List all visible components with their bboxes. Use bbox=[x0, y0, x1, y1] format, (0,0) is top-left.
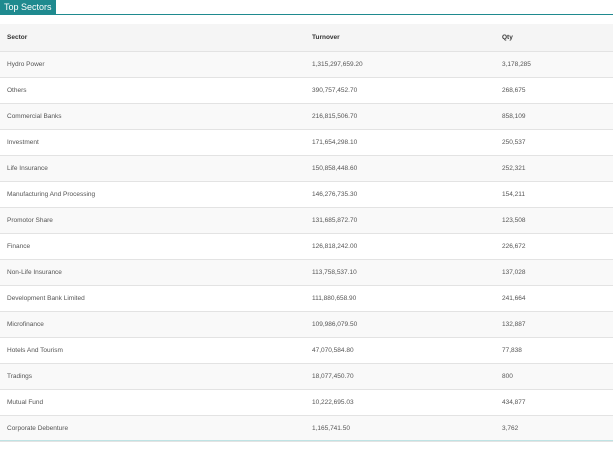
table-row[interactable]: Development Bank Limited 111,880,658.90 24… bbox=[0, 286, 613, 312]
table-row[interactable]: Microfinance 109,986,079.50 132,887 bbox=[0, 312, 613, 338]
table-row[interactable]: Others 390,757,452.70 268,675 bbox=[0, 78, 613, 104]
tab-bar: Top Sectors bbox=[0, 0, 613, 15]
tab-top-sectors[interactable]: Top Sectors bbox=[0, 0, 56, 15]
turnover-cell: 146,276,735.30 bbox=[312, 191, 358, 198]
sector-cell: Finance bbox=[7, 243, 31, 250]
sector-cell: Commercial Banks bbox=[7, 113, 62, 120]
sector-cell: Hydro Power bbox=[7, 61, 45, 68]
table-row[interactable]: Promotor Share 131,685,872.70 123,508 bbox=[0, 208, 613, 234]
qty-cell: 3,762 bbox=[502, 425, 519, 432]
qty-cell: 434,877 bbox=[502, 399, 526, 406]
sector-cell: Tradings bbox=[7, 373, 33, 380]
sector-cell: Development Bank Limited bbox=[7, 295, 85, 302]
sector-cell: Promotor Share bbox=[7, 217, 53, 224]
table-row[interactable]: Investment 171,654,298.10 250,537 bbox=[0, 130, 613, 156]
sector-cell: Mutual Fund bbox=[7, 399, 44, 406]
qty-cell: 226,672 bbox=[502, 243, 526, 250]
qty-cell: 858,109 bbox=[502, 113, 526, 120]
sector-cell: Life Insurance bbox=[7, 165, 48, 172]
turnover-cell: 113,758,537.10 bbox=[312, 269, 357, 276]
qty-cell: 3,178,285 bbox=[502, 61, 531, 68]
qty-cell: 154,211 bbox=[502, 191, 526, 198]
table-row[interactable]: Non-Life Insurance 113,758,537.10 137,028 bbox=[0, 260, 613, 286]
sectors-table: Sector Turnover Qty Hydro Power 1,315,297… bbox=[0, 24, 613, 442]
qty-cell: 800 bbox=[502, 373, 513, 380]
table-row[interactable]: Hotels And Tourism 47,070,584.80 77,838 bbox=[0, 338, 613, 364]
table-row[interactable]: Tradings 18,077,450.70 800 bbox=[0, 364, 613, 390]
table-header: Sector Turnover Qty bbox=[0, 24, 613, 52]
turnover-cell: 150,858,448.60 bbox=[312, 165, 358, 172]
column-header-qty[interactable]: Qty bbox=[502, 34, 613, 41]
table-row[interactable]: Commercial Banks 216,815,506.70 858,109 bbox=[0, 104, 613, 130]
qty-cell: 137,028 bbox=[502, 269, 526, 276]
sector-cell: Non-Life Insurance bbox=[7, 269, 62, 276]
table-body: Hydro Power 1,315,297,659.20 3,178,285 Othe… bbox=[0, 52, 613, 442]
turnover-cell: 216,815,506.70 bbox=[312, 113, 358, 120]
table-row[interactable]: Life Insurance 150,858,448.60 252,321 bbox=[0, 156, 613, 182]
table-row[interactable]: Finance 126,818,242.00 226,672 bbox=[0, 234, 613, 260]
turnover-cell: 171,654,298.10 bbox=[312, 139, 358, 146]
sector-cell: Corporate Debenture bbox=[7, 425, 69, 432]
turnover-cell: 109,986,079.50 bbox=[312, 321, 358, 328]
sector-cell: Manufacturing And Processing bbox=[7, 191, 96, 198]
table-row[interactable]: Hydro Power 1,315,297,659.20 3,178,285 bbox=[0, 52, 613, 78]
qty-cell: 250,537 bbox=[502, 139, 526, 146]
column-header-turnover[interactable]: Turnover bbox=[312, 34, 502, 41]
sector-cell: Others bbox=[7, 87, 27, 94]
table-row[interactable]: Corporate Debenture 1,165,741.50 3,762 bbox=[0, 416, 613, 442]
top-sectors-panel: Top Sectors Sector Turnover Qty Hydro Po… bbox=[0, 0, 613, 453]
sector-cell: Investment bbox=[7, 139, 39, 146]
turnover-cell: 47,070,584.80 bbox=[312, 347, 354, 354]
turnover-cell: 390,757,452.70 bbox=[312, 87, 358, 94]
table-bottom-border bbox=[0, 440, 613, 441]
qty-cell: 252,321 bbox=[502, 165, 526, 172]
sector-cell: Hotels And Tourism bbox=[7, 347, 63, 354]
table-row[interactable]: Mutual Fund 10,222,695.03 434,877 bbox=[0, 390, 613, 416]
turnover-cell: 126,818,242.00 bbox=[312, 243, 358, 250]
qty-cell: 123,508 bbox=[502, 217, 526, 224]
turnover-cell: 18,077,450.70 bbox=[312, 373, 354, 380]
table-row[interactable]: Manufacturing And Processing 146,276,735.… bbox=[0, 182, 613, 208]
sector-cell: Microfinance bbox=[7, 321, 44, 328]
turnover-cell: 1,315,297,659.20 bbox=[312, 61, 363, 68]
qty-cell: 241,664 bbox=[502, 295, 526, 302]
column-header-sector[interactable]: Sector bbox=[0, 34, 312, 41]
turnover-cell: 111,880,658.90 bbox=[312, 295, 357, 302]
turnover-cell: 10,222,695.03 bbox=[312, 399, 354, 406]
qty-cell: 77,838 bbox=[502, 347, 522, 354]
turnover-cell: 131,685,872.70 bbox=[312, 217, 358, 224]
turnover-cell: 1,165,741.50 bbox=[312, 425, 350, 432]
qty-cell: 268,675 bbox=[502, 87, 526, 94]
qty-cell: 132,887 bbox=[502, 321, 526, 328]
